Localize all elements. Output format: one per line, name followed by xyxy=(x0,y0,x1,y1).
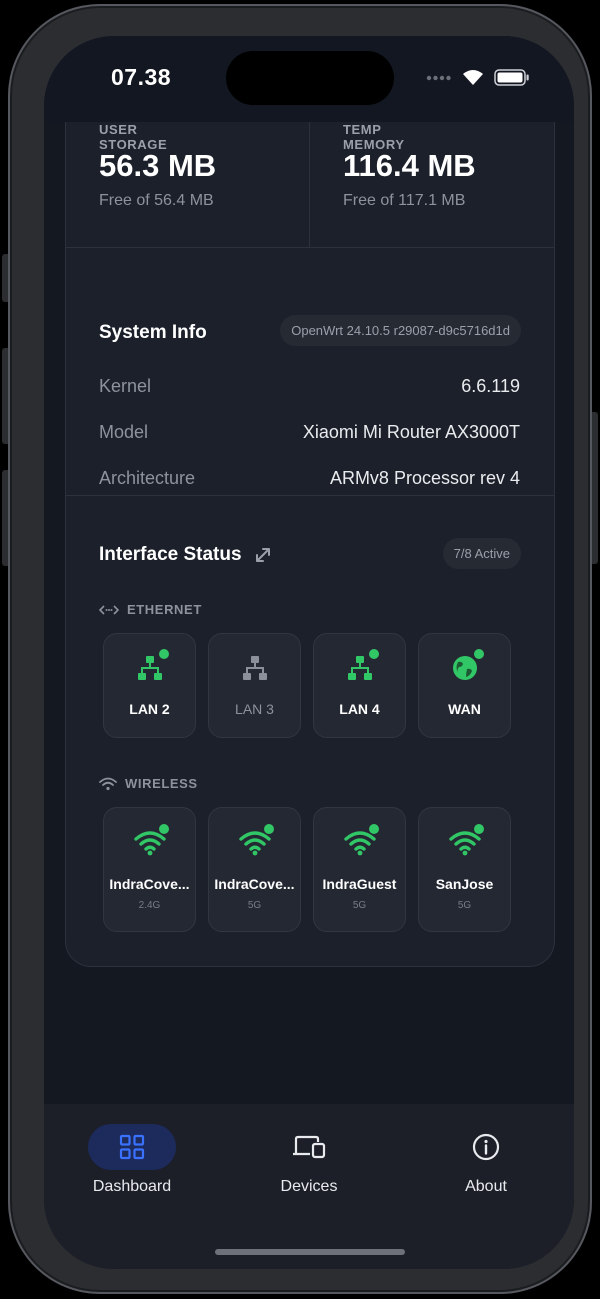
battery-icon xyxy=(494,69,530,86)
status-icons xyxy=(426,69,530,86)
network-icon xyxy=(346,654,374,687)
active-status-dot xyxy=(474,824,484,834)
expand-icon[interactable] xyxy=(254,546,272,564)
tile-name: LAN 4 xyxy=(339,701,380,717)
ethernet-tile-lan-2[interactable]: LAN 2 xyxy=(103,633,196,738)
info-value: Xiaomi Mi Router AX3000T xyxy=(302,421,520,442)
temp-memory-free: Free of 117.1 MB xyxy=(343,192,466,209)
wireless-section-label: WIRELESS xyxy=(99,776,198,791)
tab-about[interactable]: About xyxy=(416,1124,556,1196)
wireless-tile-3[interactable]: IndraGuest 5G xyxy=(313,807,406,932)
interface-status-header: Interface Status xyxy=(99,544,272,566)
network-icon xyxy=(241,654,269,687)
ethernet-tile-wan[interactable]: WAN xyxy=(418,633,511,738)
network-icon xyxy=(136,654,164,687)
storage-card: USER STORAGE 56.3 MB Free of 56.4 MB TEM… xyxy=(65,122,555,248)
user-storage-value: 56.3 MB xyxy=(99,148,217,183)
tab-dashboard[interactable]: Dashboard xyxy=(62,1124,202,1196)
interface-status-card: Interface Status 7/8 Active ETHERNET LAN… xyxy=(65,496,555,967)
tab-label: About xyxy=(465,1178,507,1195)
info-row-architecture: Architecture ARMv8 Processor rev 4 xyxy=(99,465,520,491)
system-info-title: System Info xyxy=(99,322,207,343)
home-indicator[interactable] xyxy=(215,1249,405,1255)
wireless-label: WIRELESS xyxy=(125,776,198,791)
tab-label: Dashboard xyxy=(92,1178,172,1195)
screen: USER STORAGE 56.3 MB Free of 56.4 MB TEM… xyxy=(44,36,574,1269)
wireless-tile-2[interactable]: IndraCove... 5G xyxy=(208,807,301,932)
divider xyxy=(309,122,310,247)
system-info-card: System Info OpenWrt 24.10.5 r29087-d9c57… xyxy=(65,248,555,496)
info-icon xyxy=(472,1133,500,1161)
temp-memory-value: 116.4 MB xyxy=(343,148,476,183)
status-time: 07.38 xyxy=(111,64,172,90)
active-status-dot xyxy=(264,824,274,834)
tile-name: IndraCove... xyxy=(109,876,190,892)
tab-bar: Dashboard Devices About xyxy=(44,1104,574,1269)
grid-icon xyxy=(119,1134,145,1160)
ethernet-label: ETHERNET xyxy=(127,602,202,617)
phone-frame: USER STORAGE 56.3 MB Free of 56.4 MB TEM… xyxy=(8,4,592,1294)
ethernet-tile-lan-4[interactable]: LAN 4 xyxy=(313,633,406,738)
active-status-dot xyxy=(369,824,379,834)
interface-status-title: Interface Status xyxy=(99,544,242,565)
info-key: Kernel xyxy=(99,375,152,396)
wifi-icon xyxy=(343,830,376,861)
tile-name: WAN xyxy=(448,701,481,717)
wifi-icon xyxy=(99,777,117,791)
tile-band: 2.4G xyxy=(138,900,161,911)
info-key: Architecture xyxy=(99,467,196,488)
info-value: 6.6.119 xyxy=(461,375,520,396)
active-status-dot xyxy=(369,649,379,659)
devices-icon xyxy=(292,1134,326,1160)
info-value: ARMv8 Processor rev 4 xyxy=(329,467,520,488)
ethernet-icon xyxy=(99,604,119,616)
tile-band: 5G xyxy=(247,900,262,911)
info-row-kernel: Kernel 6.6.119 xyxy=(99,373,520,399)
wireless-tile-1[interactable]: IndraCove... 2.4G xyxy=(103,807,196,932)
tile-name: LAN 3 xyxy=(235,701,274,717)
tile-band: 5G xyxy=(457,900,472,911)
active-status-dot xyxy=(159,649,169,659)
wifi-status-icon xyxy=(462,69,484,86)
active-status-dot xyxy=(474,649,484,659)
firmware-version-badge: OpenWrt 24.10.5 r29087-d9c5716d1d xyxy=(280,315,521,346)
wireless-tile-4[interactable]: SanJose 5G xyxy=(418,807,511,932)
tab-devices[interactable]: Devices xyxy=(239,1124,379,1196)
info-row-model: Model Xiaomi Mi Router AX3000T xyxy=(99,419,520,445)
tile-band: 5G xyxy=(352,900,367,911)
ethernet-section-label: ETHERNET xyxy=(99,602,202,617)
info-key: Model xyxy=(99,421,149,442)
tile-name: LAN 2 xyxy=(129,701,170,717)
active-count-badge: 7/8 Active xyxy=(442,538,521,569)
wifi-icon xyxy=(238,830,271,861)
ethernet-tile-lan-3[interactable]: LAN 3 xyxy=(208,633,301,738)
tile-name: IndraGuest xyxy=(322,876,397,892)
wifi-icon xyxy=(133,830,166,861)
cellular-signal-icon xyxy=(426,75,452,81)
user-storage-free: Free of 56.4 MB xyxy=(99,192,214,209)
tab-label: Devices xyxy=(280,1178,338,1195)
tile-name: IndraCove... xyxy=(214,876,295,892)
globe-icon xyxy=(451,654,479,687)
tile-name: SanJose xyxy=(435,876,494,892)
active-status-dot xyxy=(159,824,169,834)
wifi-icon xyxy=(448,830,481,861)
dynamic-island xyxy=(226,51,394,105)
